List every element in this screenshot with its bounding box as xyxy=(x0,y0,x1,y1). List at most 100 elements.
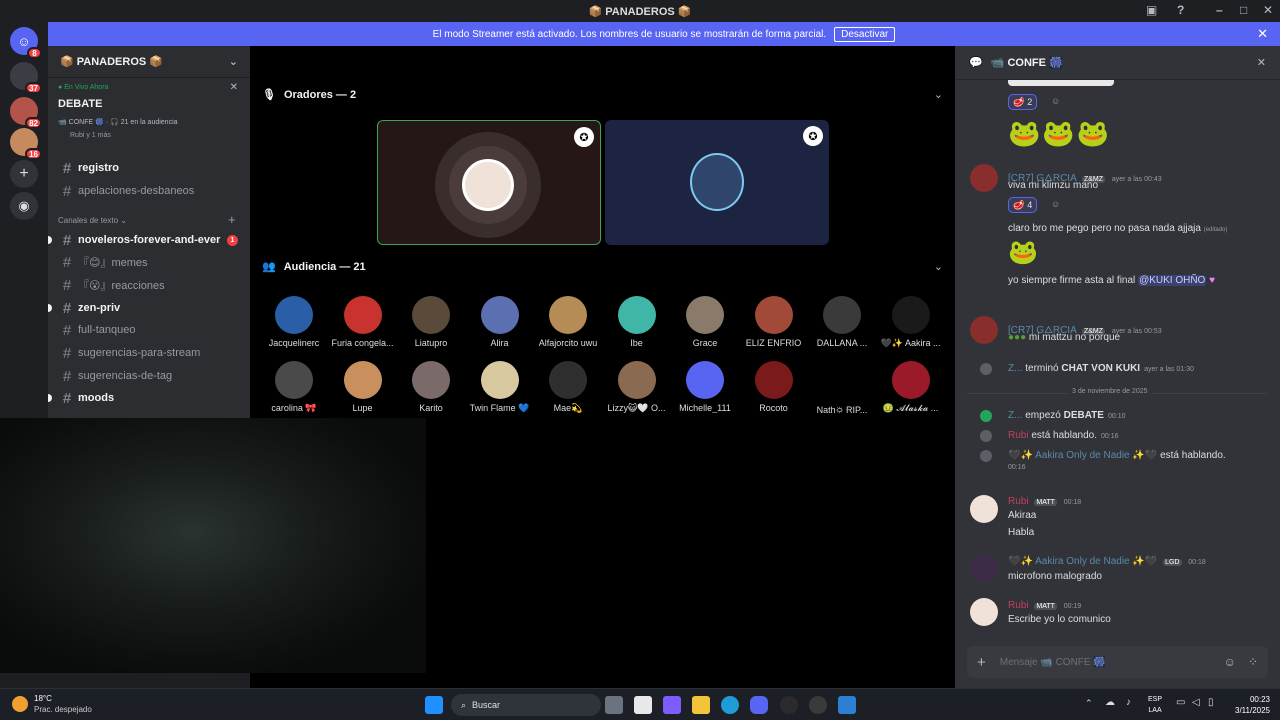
audience-member[interactable]: DALLANA ... xyxy=(808,296,876,348)
attach-plus-icon[interactable]: + xyxy=(977,654,986,671)
speaker-tile-aakira[interactable]: ✪ xyxy=(605,120,829,245)
task-view-icon[interactable] xyxy=(605,696,623,714)
audience-member[interactable]: Ibe xyxy=(603,296,671,348)
reaction-chip[interactable]: 🥩 4 xyxy=(1008,197,1038,213)
network-icon[interactable]: ▭ xyxy=(1176,697,1185,708)
channel-sugerencias-stream[interactable]: # sugerencias-para-stream xyxy=(48,343,250,363)
audience-member[interactable]: Grace xyxy=(671,296,739,348)
channel-moods[interactable]: # moods xyxy=(48,388,250,408)
battery-icon[interactable]: ▯ xyxy=(1208,697,1214,708)
close-icon[interactable]: ✕ xyxy=(1257,26,1268,42)
close-window-button[interactable]: ✕ xyxy=(1263,3,1273,17)
copilot-icon[interactable] xyxy=(663,696,681,714)
server-badge-1: 82 xyxy=(25,117,42,129)
username[interactable]: Rubi xyxy=(1008,600,1029,611)
channel-full-tanqueo[interactable]: # full-tanqueo xyxy=(48,320,250,340)
audience-member[interactable]: Michelle_111 xyxy=(671,361,739,413)
message-3-text-1: Akiraa xyxy=(1008,510,1037,521)
username[interactable]: 🖤✨ Aakira Only de Nadie ✨🖤 xyxy=(1008,556,1157,567)
audience-member[interactable]: Nath🌣 RIP... xyxy=(808,361,876,419)
channel-sugerencias-tag[interactable]: # sugerencias-de-tag xyxy=(48,366,250,386)
mention-badge: 1 xyxy=(227,234,238,246)
language-indicator[interactable]: ESP LAA xyxy=(1148,694,1162,716)
store-icon[interactable] xyxy=(634,696,652,714)
audience-member[interactable]: ELIZ ENFRIO xyxy=(740,296,808,348)
app-icon-1[interactable] xyxy=(780,696,798,714)
live-stage-card[interactable]: ● En Vivo Ahora DEBATE 📹 CONFE 🎆 · 🎧 21 … xyxy=(48,78,250,148)
close-icon[interactable]: ✕ xyxy=(230,82,238,93)
audience-member[interactable]: Karito xyxy=(397,361,465,413)
server-badge-2: 16 xyxy=(25,148,42,160)
channel-memes[interactable]: # 『😊』memes xyxy=(48,252,250,272)
onedrive-icon[interactable]: ☁ xyxy=(1105,697,1115,708)
emoji-picker-icon[interactable]: ☺ xyxy=(1224,655,1236,669)
audience-name: Mae💫 xyxy=(553,403,583,413)
audience-name: 🤢 𝓐𝓵𝓪𝓼𝓴𝓪 ... xyxy=(882,403,939,413)
audience-member[interactable]: Alfajorcito uwu xyxy=(534,296,602,348)
add-reaction-icon[interactable]: ☺ xyxy=(1051,96,1060,106)
discord-taskbar-icon[interactable] xyxy=(750,696,768,714)
weather-sun-icon[interactable] xyxy=(12,696,28,712)
audience-member[interactable]: Jacquelinerc xyxy=(260,296,328,348)
speaker-tile-rubi[interactable]: ✪ xyxy=(377,120,601,245)
user-mention[interactable]: @KUKI OHÑO xyxy=(1138,275,1207,286)
inbox-icon[interactable]: ▣ xyxy=(1146,3,1157,17)
home-discord-icon[interactable]: ☺ 8 xyxy=(10,27,42,59)
message-input[interactable]: + Mensaje 📹 CONFE 🎆 ☺ ⁘ xyxy=(967,646,1268,678)
windows-start-icon[interactable] xyxy=(425,696,443,714)
speakers-header[interactable]: 🎙 Oradores — 2 xyxy=(262,88,356,102)
guild-header[interactable]: 📦 PANADEROS 📦 ⌄ xyxy=(48,46,250,78)
chevron-down-icon[interactable]: ⌄ xyxy=(934,88,943,101)
channel-apelaciones[interactable]: # apelaciones-desbaneos xyxy=(48,181,250,201)
date-divider-label: 3 de noviembre de 2025 xyxy=(1068,388,1152,395)
audience-name: Lupe xyxy=(352,403,373,413)
add-channel-icon[interactable]: + xyxy=(228,212,236,227)
channel-registro[interactable]: # registro xyxy=(48,158,250,178)
app-icon-2[interactable] xyxy=(809,696,827,714)
add-reaction-icon[interactable]: ☺ xyxy=(1051,199,1060,209)
app-icon-3[interactable] xyxy=(838,696,856,714)
channel-reacciones[interactable]: # 『😮』reacciones xyxy=(48,275,250,295)
minimize-button[interactable]: – xyxy=(1216,3,1223,17)
audience-member[interactable]: Liatupro xyxy=(397,296,465,348)
close-icon[interactable]: ✕ xyxy=(1257,56,1266,69)
audience-member[interactable]: Mae💫 xyxy=(534,361,602,414)
webcam-overlay xyxy=(0,418,426,673)
channel-noveleros[interactable]: # noveleros-forever-and-ever 1 xyxy=(48,230,250,250)
apps-icon[interactable]: ⁘ xyxy=(1248,655,1258,669)
audience-member[interactable]: Rocoto xyxy=(740,361,808,413)
audience-member[interactable]: carolina 🎀 xyxy=(260,361,328,414)
search-box[interactable]: ⌕ Buscar xyxy=(451,694,601,716)
category-text-channels[interactable]: Canales de texto ⌄ xyxy=(58,216,127,225)
server-icon-2[interactable]: 16 xyxy=(10,128,42,160)
direct-message-avatar[interactable]: 37 xyxy=(10,62,42,94)
tray-chevron-icon[interactable]: ⌃ xyxy=(1085,698,1093,709)
discover-compass-icon[interactable]: ◉ xyxy=(10,192,38,220)
audience-member[interactable]: 🤢 𝓐𝓵𝓪𝓼𝓴𝓪 ... xyxy=(877,361,945,414)
audience-member[interactable]: Lupe xyxy=(329,361,397,413)
audience-member[interactable]: 🖤✨ Aakira ... xyxy=(877,296,945,349)
chevron-down-icon[interactable]: ⌄ xyxy=(229,55,238,68)
volume-icon[interactable]: ◁ xyxy=(1192,697,1200,708)
audience-member[interactable]: Twin Flame 💙 xyxy=(466,361,534,414)
clock[interactable]: 00:23 3/11/2025 xyxy=(1225,694,1270,716)
channel-zen-priv[interactable]: # zen-priv xyxy=(48,298,250,318)
chevron-down-icon[interactable]: ⌄ xyxy=(934,260,943,273)
deactivate-button[interactable]: Desactivar xyxy=(834,26,896,42)
file-explorer-icon[interactable] xyxy=(692,696,710,714)
edge-icon[interactable] xyxy=(721,696,739,714)
maximize-button[interactable]: □ xyxy=(1240,3,1247,17)
audience-member[interactable]: Lizzy😺🤍 O... xyxy=(603,361,671,414)
audience-member[interactable]: Furia congela... xyxy=(329,296,397,348)
microphone-icon: 🎙 xyxy=(262,89,276,101)
reaction-chip[interactable]: 🥩 2 xyxy=(1008,94,1038,110)
microphone-icon[interactable]: ♪ xyxy=(1126,697,1131,708)
audience-header[interactable]: 👥 Audiencia — 21 xyxy=(262,260,366,274)
add-server-icon[interactable]: + xyxy=(10,160,38,188)
username[interactable]: Rubi xyxy=(1008,496,1029,507)
server-icon-1[interactable]: 82 xyxy=(10,97,42,129)
help-icon[interactable]: ? xyxy=(1177,3,1184,17)
message-2-text: ●●● mi mattzu no porque xyxy=(1008,332,1121,343)
system-message-ended: Z... terminó CHAT VON KUKI ayer a las 01:… xyxy=(1008,363,1194,374)
audience-member[interactable]: Alira xyxy=(466,296,534,348)
